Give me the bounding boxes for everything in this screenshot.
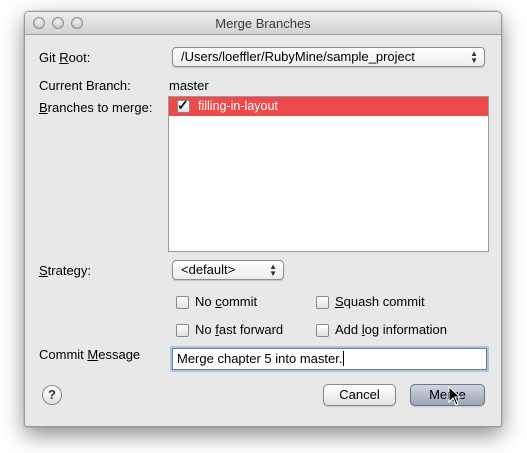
current-branch-value: master: [169, 78, 209, 93]
window-title: Merge Branches: [215, 16, 311, 31]
text-cursor: [343, 351, 345, 366]
branches-list[interactable]: ✓ filling-in-layout: [168, 96, 489, 252]
no-commit-label: No commit: [195, 294, 258, 309]
branches-to-merge-label: Branches to merge:: [39, 100, 153, 115]
cancel-button[interactable]: Cancel: [323, 384, 396, 406]
list-item[interactable]: ✓ filling-in-layout: [169, 97, 488, 116]
help-button[interactable]: ?: [42, 385, 62, 405]
commit-message-value: Merge chapter 5 into master.: [177, 351, 343, 366]
git-root-value: /Users/loeffler/RubyMine/sample_project: [181, 49, 415, 64]
squash-commit-checkbox[interactable]: [316, 296, 329, 309]
strategy-dropdown[interactable]: <default> ▲ ▼: [172, 260, 284, 280]
git-root-label: Git Root:: [39, 50, 91, 65]
add-log-information-checkbox[interactable]: [316, 324, 329, 337]
dropdown-arrows-icon: ▲ ▼: [269, 262, 277, 278]
commit-message-input[interactable]: Merge chapter 5 into master.: [172, 348, 487, 370]
merge-branches-dialog: Merge Branches Git Root: /Users/loeffler…: [24, 11, 502, 427]
current-branch-label: Current Branch:: [39, 78, 131, 93]
branch-name: filling-in-layout: [198, 99, 278, 113]
squash-commit-label: Squash commit: [335, 294, 425, 309]
dropdown-arrows-icon: ▲ ▼: [470, 49, 478, 65]
add-log-information-label: Add log information: [335, 322, 448, 337]
no-commit-checkbox[interactable]: [176, 296, 189, 309]
strategy-label: Strategy:: [39, 263, 92, 278]
commit-message-label: Commit Message: [39, 347, 141, 362]
no-fast-forward-label: No fast forward: [195, 322, 284, 337]
checkmark-icon: ✓: [177, 97, 189, 113]
title-bar: Merge Branches: [25, 12, 501, 35]
mouse-pointer-icon: [448, 386, 462, 406]
branch-checkbox[interactable]: ✓: [177, 97, 190, 113]
strategy-value: <default>: [181, 262, 236, 277]
git-root-dropdown[interactable]: /Users/loeffler/RubyMine/sample_project …: [172, 47, 485, 67]
no-fast-forward-checkbox[interactable]: [176, 324, 189, 337]
